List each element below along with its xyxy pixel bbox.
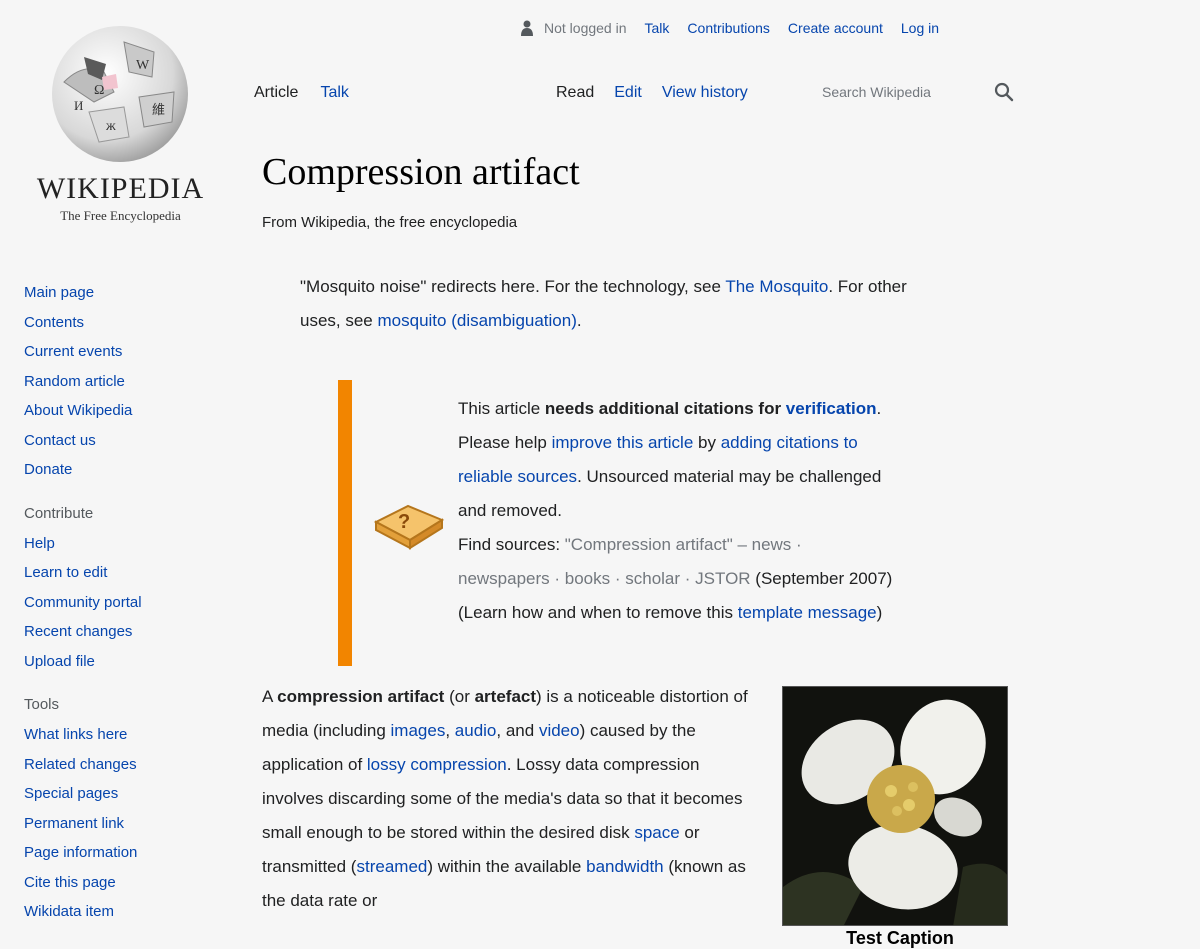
tab-edit[interactable]: Edit xyxy=(614,84,642,102)
bandwidth-link[interactable]: bandwidth xyxy=(586,857,664,876)
sidebar-item-recent-changes[interactable]: Recent changes xyxy=(24,617,224,647)
sidebar-item-page-information[interactable]: Page information xyxy=(24,838,224,868)
notice-text: This article needs additional citations … xyxy=(458,392,898,630)
term-artefact: artefact xyxy=(474,687,537,706)
sidebar-heading-tools: Tools xyxy=(24,696,60,713)
sidebar-item-cite-this-page[interactable]: Cite this page xyxy=(24,868,224,898)
user-icon xyxy=(521,20,533,36)
sidebar-item-donate[interactable]: Donate xyxy=(24,455,224,485)
page-title: Compression artifact xyxy=(262,151,580,193)
para-text: , and xyxy=(496,721,539,740)
sidebar-item-permanent-link[interactable]: Permanent link xyxy=(24,809,224,839)
tab-talk[interactable]: Talk xyxy=(320,84,348,102)
tab-article[interactable]: Article xyxy=(254,84,298,102)
flower-image[interactable] xyxy=(782,686,1008,926)
sidebar-item-special-pages[interactable]: Special pages xyxy=(24,779,224,809)
sidebar-item-contents[interactable]: Contents xyxy=(24,308,224,338)
para-text: ) within the available xyxy=(427,857,587,876)
svg-text:И: И xyxy=(74,98,83,113)
wikipedia-globe-icon: Ω W ж 維 И xyxy=(52,26,188,162)
contributions-link[interactable]: Contributions xyxy=(687,20,770,36)
notice-bold-text: needs additional citations for xyxy=(544,399,786,418)
hatnote-link-mosquito[interactable]: The Mosquito xyxy=(725,277,828,296)
streamed-link[interactable]: streamed xyxy=(356,857,427,876)
sidebar-item-random-article[interactable]: Random article xyxy=(24,367,224,397)
para-text: (or xyxy=(444,687,475,706)
question-book-icon: ? xyxy=(373,504,445,550)
para-text: , xyxy=(445,721,455,740)
hatnote-text: "Mosquito noise" redirects here. For the… xyxy=(300,277,726,296)
create-account-link[interactable]: Create account xyxy=(788,20,883,36)
sidebar-item-what-links-here[interactable]: What links here xyxy=(24,720,224,750)
lossy-compression-link[interactable]: lossy compression xyxy=(367,755,507,774)
notice-text-part: (Learn how and when to remove this xyxy=(458,603,738,622)
svg-text:?: ? xyxy=(398,511,410,533)
lead-paragraph: A compression artifact (or artefact) is … xyxy=(262,680,752,918)
sidebar-item-upload-file[interactable]: Upload file xyxy=(24,647,224,677)
search-input[interactable] xyxy=(818,78,996,106)
sidebar-item-related-changes[interactable]: Related changes xyxy=(24,750,224,780)
logo-wordmark: WIKIPEDIA xyxy=(36,172,205,205)
space-link[interactable]: space xyxy=(634,823,679,842)
notice-date: (September 2007) xyxy=(750,569,893,588)
sidebar-item-community-portal[interactable]: Community portal xyxy=(24,588,224,618)
figure-thumbnail: Test Caption xyxy=(782,686,1008,948)
site-subtitle: From Wikipedia, the free encyclopedia xyxy=(262,214,518,231)
find-sources-label: Find sources: xyxy=(458,535,565,554)
figure-caption: Test Caption xyxy=(846,928,954,948)
svg-text:維: 維 xyxy=(152,102,165,117)
para-text: A xyxy=(262,687,278,706)
search-icon[interactable] xyxy=(992,80,1016,104)
sidebar-item-main-page[interactable]: Main page xyxy=(24,278,224,308)
sidebar-item-about[interactable]: About Wikipedia xyxy=(24,396,224,426)
talk-link[interactable]: Talk xyxy=(645,20,670,36)
tab-view-history[interactable]: View history xyxy=(662,84,748,102)
svg-text:W: W xyxy=(136,58,150,73)
notice-bar xyxy=(338,380,352,666)
hatnote-text: . xyxy=(576,311,582,330)
images-link[interactable]: images xyxy=(391,721,446,740)
verification-link[interactable]: verification xyxy=(786,399,877,418)
not-logged-in-label: Not logged in xyxy=(544,20,627,36)
tab-read[interactable]: Read xyxy=(556,84,594,102)
hatnote: "Mosquito noise" redirects here. For the… xyxy=(300,270,930,338)
citation-notice: ? This article needs additional citation… xyxy=(338,380,898,666)
namespace-tabs: Article Talk xyxy=(254,84,371,102)
log-in-link[interactable]: Log in xyxy=(901,20,939,36)
hatnote-link-disambiguation[interactable]: mosquito (disambiguation) xyxy=(378,311,577,330)
template-message-link[interactable]: template message xyxy=(738,603,877,622)
notice-text-part: This article xyxy=(458,399,545,418)
video-link[interactable]: video xyxy=(539,721,580,740)
wikipedia-logo[interactable]: Ω W ж 維 И WIKIPEDIA The Free Encyclopedi… xyxy=(28,22,213,232)
svg-text:Ω: Ω xyxy=(94,83,104,98)
flower-picture xyxy=(783,687,1007,925)
audio-link[interactable]: audio xyxy=(455,721,497,740)
sidebar-item-learn-to-edit[interactable]: Learn to edit xyxy=(24,558,224,588)
term-compression-artifact: compression artifact xyxy=(277,687,445,706)
notice-text-part: ) xyxy=(876,603,883,622)
sidebar: Main page Contents Current events Random… xyxy=(24,278,224,927)
personal-tools: Not logged in Talk Contributions Create … xyxy=(520,18,957,38)
sidebar-item-wikidata-item[interactable]: Wikidata item xyxy=(24,897,224,927)
notice-text-part: by xyxy=(693,433,721,452)
search-box xyxy=(818,78,1023,106)
improve-article-link[interactable]: improve this article xyxy=(552,433,694,452)
view-tabs: Read Edit View history xyxy=(556,84,768,102)
sidebar-item-contact[interactable]: Contact us xyxy=(24,426,224,456)
sidebar-heading-contribute: Contribute xyxy=(24,504,94,522)
sidebar-item-current-events[interactable]: Current events xyxy=(24,337,224,367)
sidebar-item-help[interactable]: Help xyxy=(24,529,224,559)
logo-tagline: The Free Encyclopedia xyxy=(60,208,181,223)
article-content: Compression artifact From Wikipedia, the… xyxy=(262,150,1022,948)
svg-text:ж: ж xyxy=(105,119,116,134)
